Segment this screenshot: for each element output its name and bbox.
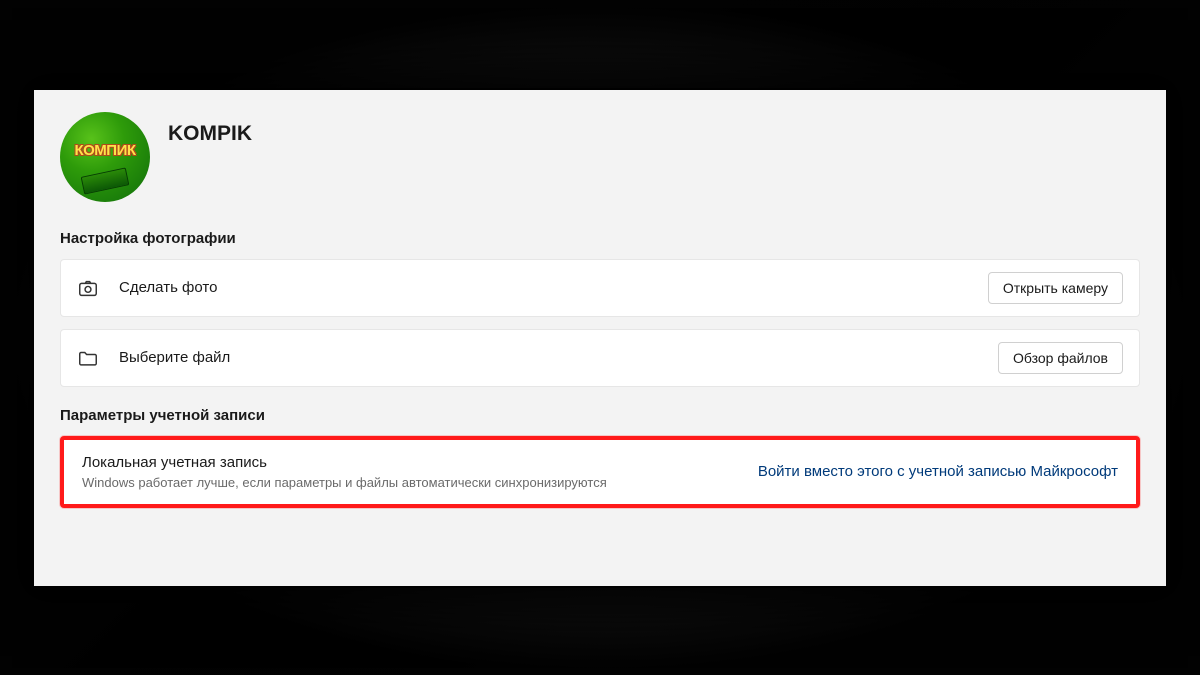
choose-file-label: Выберите файл xyxy=(119,349,230,366)
browse-files-button[interactable]: Обзор файлов xyxy=(998,342,1123,374)
local-account-title: Локальная учетная запись xyxy=(82,454,758,471)
avatar-label: КОМПИК xyxy=(74,142,135,159)
avatar[interactable]: КОМПИК xyxy=(60,112,150,202)
local-account-card: Локальная учетная запись Windows работае… xyxy=(60,436,1140,508)
take-photo-row-left: Сделать фото xyxy=(77,277,988,299)
camera-icon xyxy=(77,277,99,299)
folder-icon xyxy=(77,347,99,369)
choose-file-row: Выберите файл Обзор файлов xyxy=(60,329,1140,387)
take-photo-row: Сделать фото Открыть камеру xyxy=(60,259,1140,317)
account-section-title: Параметры учетной записи xyxy=(60,407,1140,424)
photo-section-title: Настройка фотографии xyxy=(60,230,1140,247)
take-photo-label: Сделать фото xyxy=(119,279,217,296)
choose-file-row-left: Выберите файл xyxy=(77,347,998,369)
profile-header: КОМПИК KOMPIK xyxy=(60,112,1140,202)
open-camera-button[interactable]: Открыть камеру xyxy=(988,272,1123,304)
settings-panel: КОМПИК KOMPIK Настройка фотографии Сдела… xyxy=(32,88,1168,588)
local-account-subtitle: Windows работает лучше, если параметры и… xyxy=(82,475,758,490)
local-account-text: Локальная учетная запись Windows работае… xyxy=(82,454,758,490)
username: KOMPIK xyxy=(168,112,252,146)
sign-in-microsoft-link[interactable]: Войти вместо этого с учетной записью Май… xyxy=(758,463,1118,480)
